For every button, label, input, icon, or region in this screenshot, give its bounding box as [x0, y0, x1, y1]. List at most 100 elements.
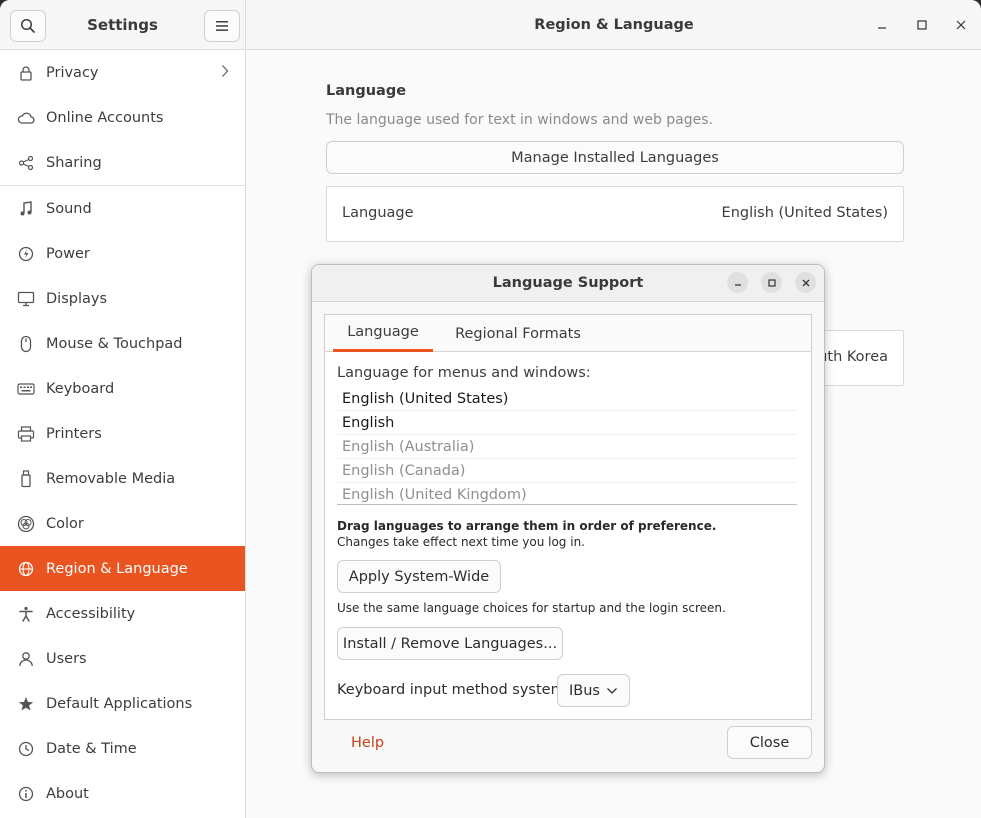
- sidebar-item-region-language[interactable]: Region & Language: [0, 546, 245, 591]
- manage-installed-languages-button[interactable]: Manage Installed Languages: [326, 141, 904, 174]
- tab-bar: Language Regional Formats: [325, 315, 811, 352]
- minimize-icon: [878, 27, 886, 29]
- sidebar-item-label: Power: [46, 245, 90, 262]
- apply-system-wide-button[interactable]: Apply System-Wide: [337, 560, 501, 593]
- sidebar-item-power[interactable]: Power: [0, 231, 245, 276]
- mouse-icon: [17, 335, 35, 353]
- sidebar-item-label: Online Accounts: [46, 109, 164, 126]
- close-icon: [956, 20, 966, 30]
- tab-regional-formats[interactable]: Regional Formats: [445, 315, 591, 352]
- language-list[interactable]: English (United States) English English …: [337, 387, 797, 505]
- display-icon: [17, 290, 35, 308]
- accessibility-icon: [17, 605, 35, 623]
- sidebar-item-label: Date & Time: [46, 740, 137, 757]
- language-row-value: English (United States): [721, 205, 888, 221]
- keyboard-input-label: Keyboard input method system:: [337, 682, 570, 698]
- maximize-icon: [917, 20, 927, 30]
- list-item[interactable]: English (United Kingdom): [337, 483, 797, 507]
- list-item[interactable]: English (Australia): [337, 435, 797, 459]
- sidebar-title: Settings: [87, 16, 158, 34]
- sidebar: Settings Privacy Online Accounts Sharing…: [0, 0, 246, 818]
- info-icon: [17, 785, 35, 803]
- share-icon: [17, 154, 35, 172]
- sidebar-item-privacy[interactable]: Privacy: [0, 50, 245, 95]
- sidebar-item-sharing[interactable]: Sharing: [0, 140, 245, 185]
- sidebar-item-label: Printers: [46, 425, 102, 442]
- sidebar-item-keyboard[interactable]: Keyboard: [0, 366, 245, 411]
- lock-icon: [17, 64, 35, 82]
- sidebar-item-label: Removable Media: [46, 470, 176, 487]
- sidebar-item-label: Default Applications: [46, 695, 193, 712]
- usb-drive-icon: [17, 469, 35, 488]
- sidebar-item-mouse-touchpad[interactable]: Mouse & Touchpad: [0, 321, 245, 366]
- dialog-header: Language Support: [312, 265, 824, 302]
- color-icon: [17, 515, 35, 533]
- keyboard-input-dropdown[interactable]: IBus: [557, 674, 630, 707]
- sidebar-item-removable-media[interactable]: Removable Media: [0, 456, 245, 501]
- sidebar-header: Settings: [0, 0, 245, 50]
- dialog-close-button[interactable]: [795, 272, 816, 293]
- sidebar-item-label: Keyboard: [46, 380, 115, 397]
- keyboard-icon: [17, 380, 35, 398]
- language-section-title: Language: [326, 83, 407, 99]
- search-button[interactable]: [10, 10, 46, 42]
- sidebar-item-label: Accessibility: [46, 605, 136, 622]
- sidebar-item-date-time[interactable]: Date & Time: [0, 726, 245, 771]
- maximize-icon: [767, 278, 776, 287]
- sidebar-item-online-accounts[interactable]: Online Accounts: [0, 95, 245, 140]
- sidebar-item-users[interactable]: Users: [0, 636, 245, 681]
- clock-icon: [17, 740, 35, 758]
- sidebar-nav: Privacy Online Accounts Sharing Sound Po…: [0, 50, 245, 816]
- install-remove-languages-button[interactable]: Install / Remove Languages...: [337, 627, 563, 660]
- minimize-button[interactable]: [873, 16, 891, 34]
- formats-row-value: uth Korea: [818, 349, 888, 365]
- user-icon: [17, 650, 35, 668]
- globe-icon: [17, 560, 35, 578]
- star-icon: [17, 695, 35, 713]
- language-row[interactable]: Language English (United States): [326, 186, 904, 242]
- dialog-notebook: Language Regional Formats Language for m…: [324, 314, 812, 720]
- search-icon: [20, 18, 35, 33]
- effect-hint: Changes take effect next time you log in…: [337, 535, 585, 549]
- main-header: Region & Language: [247, 0, 981, 50]
- chevron-down-icon: [607, 688, 617, 694]
- power-icon: [17, 245, 35, 263]
- menu-button[interactable]: [204, 10, 240, 42]
- sidebar-item-label: Sound: [46, 200, 92, 217]
- sidebar-item-displays[interactable]: Displays: [0, 276, 245, 321]
- sidebar-item-printers[interactable]: Printers: [0, 411, 245, 456]
- maximize-button[interactable]: [913, 16, 931, 34]
- drag-hint: Drag languages to arrange them in order …: [337, 519, 717, 533]
- chevron-right-icon: [221, 64, 229, 82]
- page-title: Region & Language: [534, 17, 694, 33]
- close-button[interactable]: Close: [727, 726, 812, 759]
- cloud-icon: [17, 109, 35, 127]
- sidebar-item-label: About: [46, 785, 89, 802]
- language-row-label: Language: [342, 205, 414, 221]
- apply-hint: Use the same language choices for startu…: [337, 601, 726, 615]
- keyboard-input-value: IBus: [569, 682, 600, 699]
- close-window-button[interactable]: [952, 16, 970, 34]
- settings-window: Settings Privacy Online Accounts Sharing…: [0, 0, 981, 818]
- hamburger-menu-icon: [216, 21, 228, 31]
- sidebar-item-sound[interactable]: Sound: [0, 186, 245, 231]
- dialog-maximize-button[interactable]: [761, 272, 782, 293]
- dialog-minimize-button[interactable]: [727, 272, 748, 293]
- language-support-dialog: Language Support Language Regional Forma…: [311, 264, 825, 773]
- language-section-subtitle: The language used for text in windows an…: [326, 112, 713, 128]
- help-link[interactable]: Help: [351, 735, 384, 751]
- sidebar-item-label: Sharing: [46, 154, 102, 171]
- sidebar-item-label: Displays: [46, 290, 108, 307]
- list-item[interactable]: English: [337, 411, 797, 435]
- sidebar-item-label: Privacy: [46, 64, 99, 81]
- printer-icon: [17, 425, 35, 443]
- list-item[interactable]: English (United States): [337, 387, 797, 411]
- tab-language[interactable]: Language: [333, 315, 433, 352]
- list-item[interactable]: English (Canada): [337, 459, 797, 483]
- music-note-icon: [17, 200, 35, 218]
- language-list-label: Language for menus and windows:: [337, 365, 591, 381]
- sidebar-item-accessibility[interactable]: Accessibility: [0, 591, 245, 636]
- sidebar-item-about[interactable]: About: [0, 771, 245, 816]
- sidebar-item-color[interactable]: Color: [0, 501, 245, 546]
- sidebar-item-default-applications[interactable]: Default Applications: [0, 681, 245, 726]
